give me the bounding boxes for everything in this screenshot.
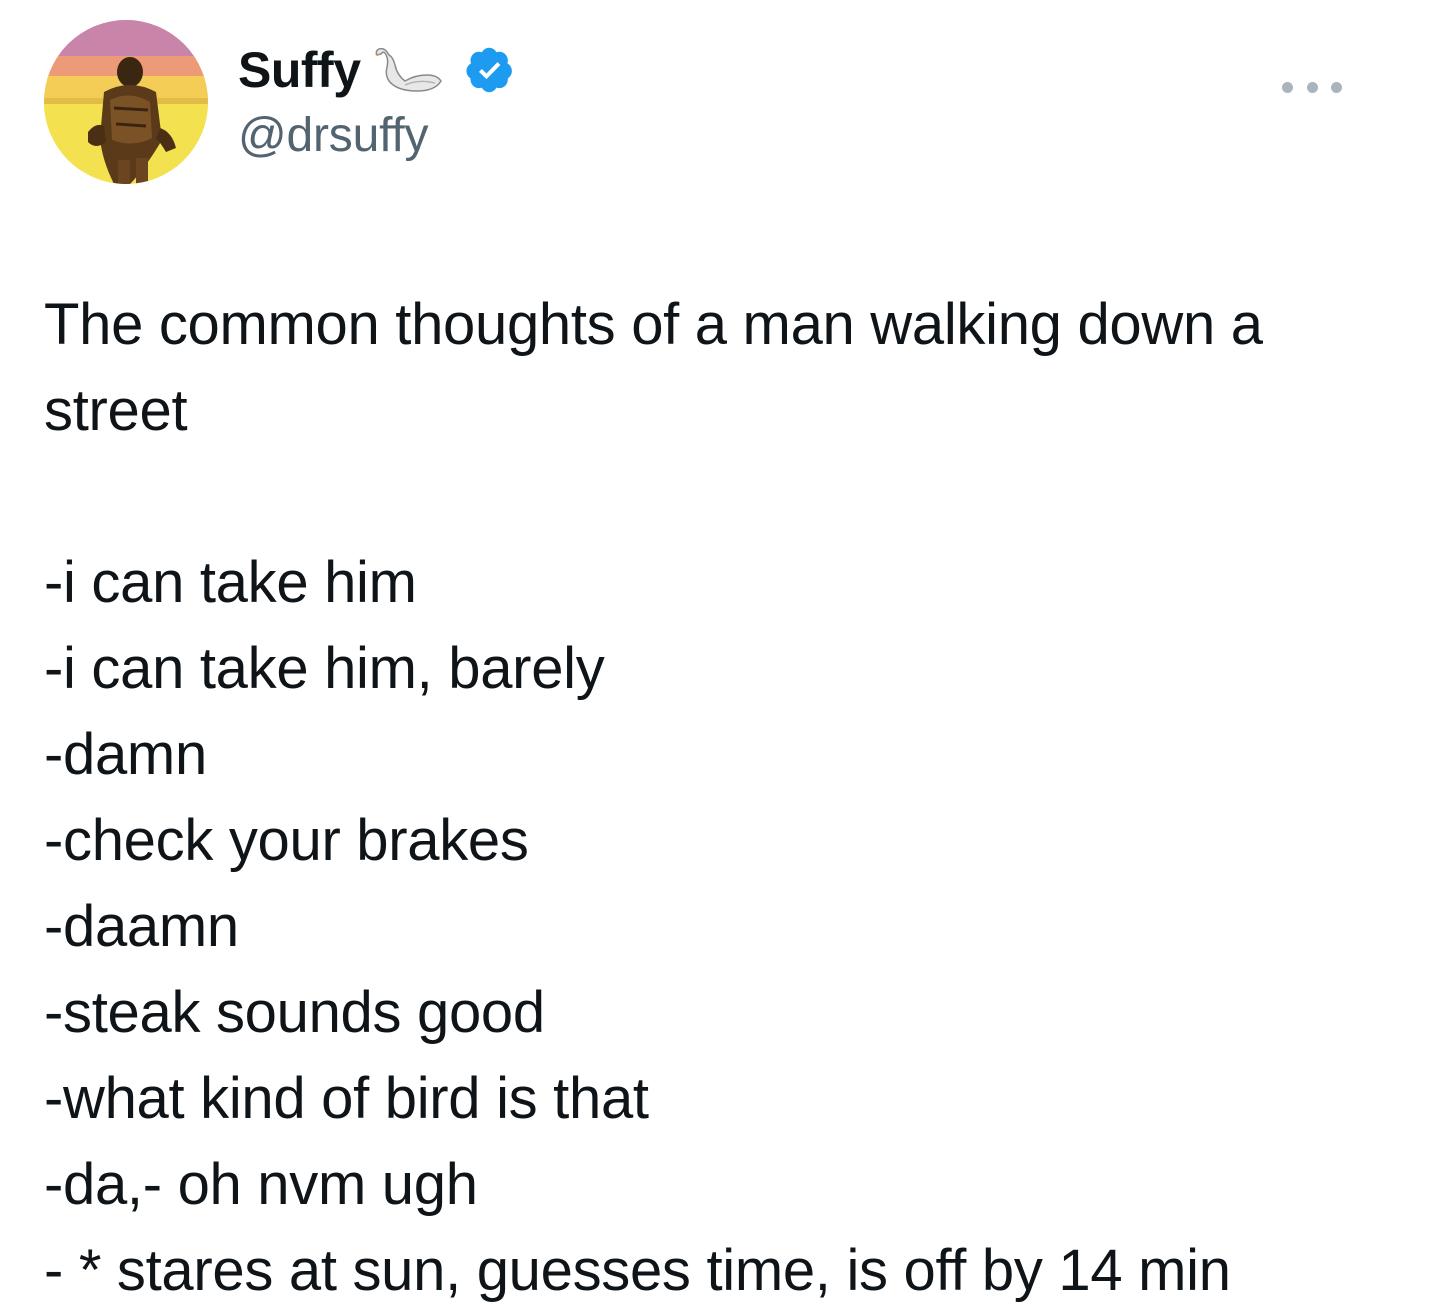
thought-line: -damn bbox=[44, 722, 207, 787]
thought-line: -i can take him, barely bbox=[44, 636, 605, 701]
tweet-header: Suffy @drsuffy bbox=[44, 20, 1396, 190]
more-options-icon bbox=[1306, 81, 1318, 93]
thought-line: -da,- oh nvm ugh bbox=[44, 1152, 478, 1217]
author-name-row: Suffy bbox=[238, 38, 515, 102]
more-options-icon bbox=[1282, 81, 1293, 93]
thought-line: -steak sounds good bbox=[44, 980, 545, 1045]
swan-icon bbox=[374, 45, 445, 95]
thought-line: -daamn bbox=[44, 894, 239, 959]
author-handle[interactable]: @drsuffy bbox=[238, 108, 515, 163]
tweet-body: The common thoughts of a man walking dow… bbox=[44, 282, 1404, 1304]
author-identity: Suffy @drsuffy bbox=[238, 38, 515, 178]
thought-line: -what kind of bird is that bbox=[44, 1066, 649, 1131]
author-display-name[interactable]: Suffy bbox=[238, 41, 361, 99]
more-options-icon bbox=[1331, 81, 1342, 93]
tweet-intro-text: The common thoughts of a man walking dow… bbox=[44, 292, 1263, 443]
avatar-image-icon bbox=[44, 20, 208, 184]
avatar[interactable] bbox=[44, 20, 208, 184]
thought-line: -i can take him bbox=[44, 550, 417, 615]
thought-line: -check your brakes bbox=[44, 808, 529, 873]
thought-line: - * stares at sun, guesses time, is off … bbox=[44, 1238, 1231, 1303]
more-options-button[interactable] bbox=[1282, 72, 1342, 102]
tweet-card: Suffy @drsuffy The common thoughts of a … bbox=[0, 0, 1440, 1304]
verified-badge-icon bbox=[465, 45, 515, 95]
